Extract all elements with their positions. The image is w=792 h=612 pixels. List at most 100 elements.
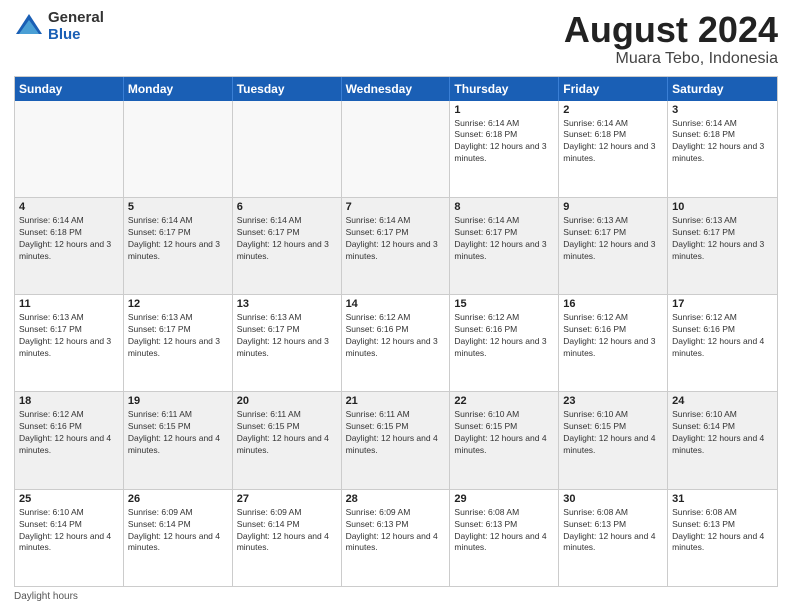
calendar-header-cell: Wednesday — [342, 77, 451, 101]
day-number: 19 — [128, 395, 228, 407]
day-info: Sunrise: 6:13 AMSunset: 6:17 PMDaylight:… — [237, 312, 337, 360]
logo-general: General — [48, 10, 104, 27]
day-info: Sunrise: 6:12 AMSunset: 6:16 PMDaylight:… — [346, 312, 446, 360]
calendar-cell: 22 Sunrise: 6:10 AMSunset: 6:15 PMDayligh… — [450, 392, 559, 488]
day-info: Sunrise: 6:14 AMSunset: 6:17 PMDaylight:… — [454, 215, 554, 263]
day-info: Sunrise: 6:13 AMSunset: 6:17 PMDaylight:… — [672, 215, 773, 263]
calendar-cell: 15 Sunrise: 6:12 AMSunset: 6:16 PMDayligh… — [450, 295, 559, 391]
daylight-label: Daylight hours — [14, 591, 78, 602]
day-info: Sunrise: 6:13 AMSunset: 6:17 PMDaylight:… — [19, 312, 119, 360]
day-info: Sunrise: 6:10 AMSunset: 6:14 PMDaylight:… — [672, 409, 773, 457]
day-info: Sunrise: 6:09 AMSunset: 6:14 PMDaylight:… — [237, 507, 337, 555]
calendar-cell — [233, 101, 342, 197]
calendar-body: 1 Sunrise: 6:14 AMSunset: 6:18 PMDaylight… — [15, 101, 777, 586]
day-number: 10 — [672, 201, 773, 213]
calendar-header-cell: Saturday — [668, 77, 777, 101]
calendar-cell: 13Sunrise: 6:13 AMSunset: 6:17 PMDayligh… — [233, 295, 342, 391]
logo-blue: Blue — [48, 27, 104, 44]
day-info: Sunrise: 6:09 AMSunset: 6:13 PMDaylight:… — [346, 507, 446, 555]
day-number: 11 — [19, 298, 119, 310]
calendar-cell — [342, 101, 451, 197]
day-number: 26 — [128, 493, 228, 505]
calendar-cell: 5Sunrise: 6:14 AMSunset: 6:17 PMDaylight… — [124, 198, 233, 294]
day-number: 4 — [19, 201, 119, 213]
day-info: Sunrise: 6:12 AMSunset: 6:16 PMDaylight:… — [672, 312, 773, 360]
day-number: 27 — [237, 493, 337, 505]
calendar-cell — [15, 101, 124, 197]
page: General Blue August 2024 Muara Tebo, Ind… — [0, 0, 792, 612]
calendar-cell: 19 Sunrise: 6:11 AMSunset: 6:15 PMDayligh… — [124, 392, 233, 488]
title-location: Muara Tebo, Indonesia — [564, 50, 778, 68]
logo-text: General Blue — [48, 10, 104, 43]
day-info: Sunrise: 6:14 AMSunset: 6:17 PMDaylight:… — [128, 215, 228, 263]
day-number: 31 — [672, 493, 773, 505]
day-number: 8 — [454, 201, 554, 213]
day-info: Sunrise: 6:14 AMSunset: 6:18 PMDaylight:… — [672, 118, 773, 166]
calendar-cell: 11 Sunrise: 6:13 AMSunset: 6:17 PMDayligh… — [15, 295, 124, 391]
calendar-week-row: 18 Sunrise: 6:12 AMSunset: 6:16 PMDayligh… — [15, 392, 777, 489]
calendar-header-cell: Friday — [559, 77, 668, 101]
day-number: 2 — [563, 104, 663, 116]
calendar-cell: 25 Sunrise: 6:10 AMSunset: 6:14 PMDayligh… — [15, 490, 124, 586]
calendar-cell: 6 Sunrise: 6:14 AMSunset: 6:17 PMDaylight… — [233, 198, 342, 294]
calendar-cell: 10 Sunrise: 6:13 AMSunset: 6:17 PMDayligh… — [668, 198, 777, 294]
calendar-cell: 27 Sunrise: 6:09 AMSunset: 6:14 PMDayligh… — [233, 490, 342, 586]
day-number: 17 — [672, 298, 773, 310]
day-number: 28 — [346, 493, 446, 505]
calendar-cell: 2 Sunrise: 6:14 AMSunset: 6:18 PMDaylight… — [559, 101, 668, 197]
footer-note: Daylight hours — [14, 591, 778, 602]
calendar-header-cell: Monday — [124, 77, 233, 101]
calendar-cell: 4Sunrise: 6:14 AMSunset: 6:18 PMDaylight… — [15, 198, 124, 294]
day-info: Sunrise: 6:14 AMSunset: 6:17 PMDaylight:… — [237, 215, 337, 263]
calendar-cell: 21Sunrise: 6:11 AMSunset: 6:15 PMDayligh… — [342, 392, 451, 488]
day-info: Sunrise: 6:12 AMSunset: 6:16 PMDaylight:… — [19, 409, 119, 457]
day-number: 6 — [237, 201, 337, 213]
calendar-cell: 7Sunrise: 6:14 AMSunset: 6:17 PMDaylight… — [342, 198, 451, 294]
day-info: Sunrise: 6:14 AMSunset: 6:18 PMDaylight:… — [563, 118, 663, 166]
day-info: Sunrise: 6:11 AMSunset: 6:15 PMDaylight:… — [346, 409, 446, 457]
calendar-cell: 18 Sunrise: 6:12 AMSunset: 6:16 PMDayligh… — [15, 392, 124, 488]
day-info: Sunrise: 6:10 AMSunset: 6:14 PMDaylight:… — [19, 507, 119, 555]
day-number: 20 — [237, 395, 337, 407]
calendar-header-cell: Sunday — [15, 77, 124, 101]
day-info: Sunrise: 6:11 AMSunset: 6:15 PMDaylight:… — [128, 409, 228, 457]
day-info: Sunrise: 6:14 AMSunset: 6:17 PMDaylight:… — [346, 215, 446, 263]
day-number: 25 — [19, 493, 119, 505]
calendar-cell: 30 Sunrise: 6:08 AMSunset: 6:13 PMDayligh… — [559, 490, 668, 586]
day-number: 16 — [563, 298, 663, 310]
day-number: 30 — [563, 493, 663, 505]
logo: General Blue — [14, 10, 104, 43]
day-info: Sunrise: 6:08 AMSunset: 6:13 PMDaylight:… — [563, 507, 663, 555]
calendar-cell: 26Sunrise: 6:09 AMSunset: 6:14 PMDayligh… — [124, 490, 233, 586]
calendar: SundayMondayTuesdayWednesdayThursdayFrid… — [14, 76, 778, 587]
calendar-cell: 9Sunrise: 6:13 AMSunset: 6:17 PMDaylight… — [559, 198, 668, 294]
calendar-week-row: 11 Sunrise: 6:13 AMSunset: 6:17 PMDayligh… — [15, 295, 777, 392]
day-number: 24 — [672, 395, 773, 407]
calendar-week-row: 1 Sunrise: 6:14 AMSunset: 6:18 PMDaylight… — [15, 101, 777, 198]
calendar-cell: 28 Sunrise: 6:09 AMSunset: 6:13 PMDayligh… — [342, 490, 451, 586]
day-number: 1 — [454, 104, 554, 116]
day-info: Sunrise: 6:10 AMSunset: 6:15 PMDaylight:… — [454, 409, 554, 457]
day-number: 22 — [454, 395, 554, 407]
calendar-header-cell: Tuesday — [233, 77, 342, 101]
day-number: 15 — [454, 298, 554, 310]
day-info: Sunrise: 6:10 AMSunset: 6:15 PMDaylight:… — [563, 409, 663, 457]
day-number: 29 — [454, 493, 554, 505]
calendar-cell: 31Sunrise: 6:08 AMSunset: 6:13 PMDayligh… — [668, 490, 777, 586]
day-info: Sunrise: 6:11 AMSunset: 6:15 PMDaylight:… — [237, 409, 337, 457]
calendar-cell: 8 Sunrise: 6:14 AMSunset: 6:17 PMDaylight… — [450, 198, 559, 294]
day-number: 12 — [128, 298, 228, 310]
calendar-cell: 17 Sunrise: 6:12 AMSunset: 6:16 PMDayligh… — [668, 295, 777, 391]
day-info: Sunrise: 6:08 AMSunset: 6:13 PMDaylight:… — [454, 507, 554, 555]
day-number: 9 — [563, 201, 663, 213]
day-number: 3 — [672, 104, 773, 116]
calendar-cell: 23Sunrise: 6:10 AMSunset: 6:15 PMDayligh… — [559, 392, 668, 488]
calendar-cell: 29 Sunrise: 6:08 AMSunset: 6:13 PMDayligh… — [450, 490, 559, 586]
calendar-cell: 14Sunrise: 6:12 AMSunset: 6:16 PMDayligh… — [342, 295, 451, 391]
calendar-week-row: 4Sunrise: 6:14 AMSunset: 6:18 PMDaylight… — [15, 198, 777, 295]
logo-icon — [14, 12, 44, 42]
calendar-cell — [124, 101, 233, 197]
day-number: 18 — [19, 395, 119, 407]
calendar-cell: 12Sunrise: 6:13 AMSunset: 6:17 PMDayligh… — [124, 295, 233, 391]
day-info: Sunrise: 6:12 AMSunset: 6:16 PMDaylight:… — [454, 312, 554, 360]
